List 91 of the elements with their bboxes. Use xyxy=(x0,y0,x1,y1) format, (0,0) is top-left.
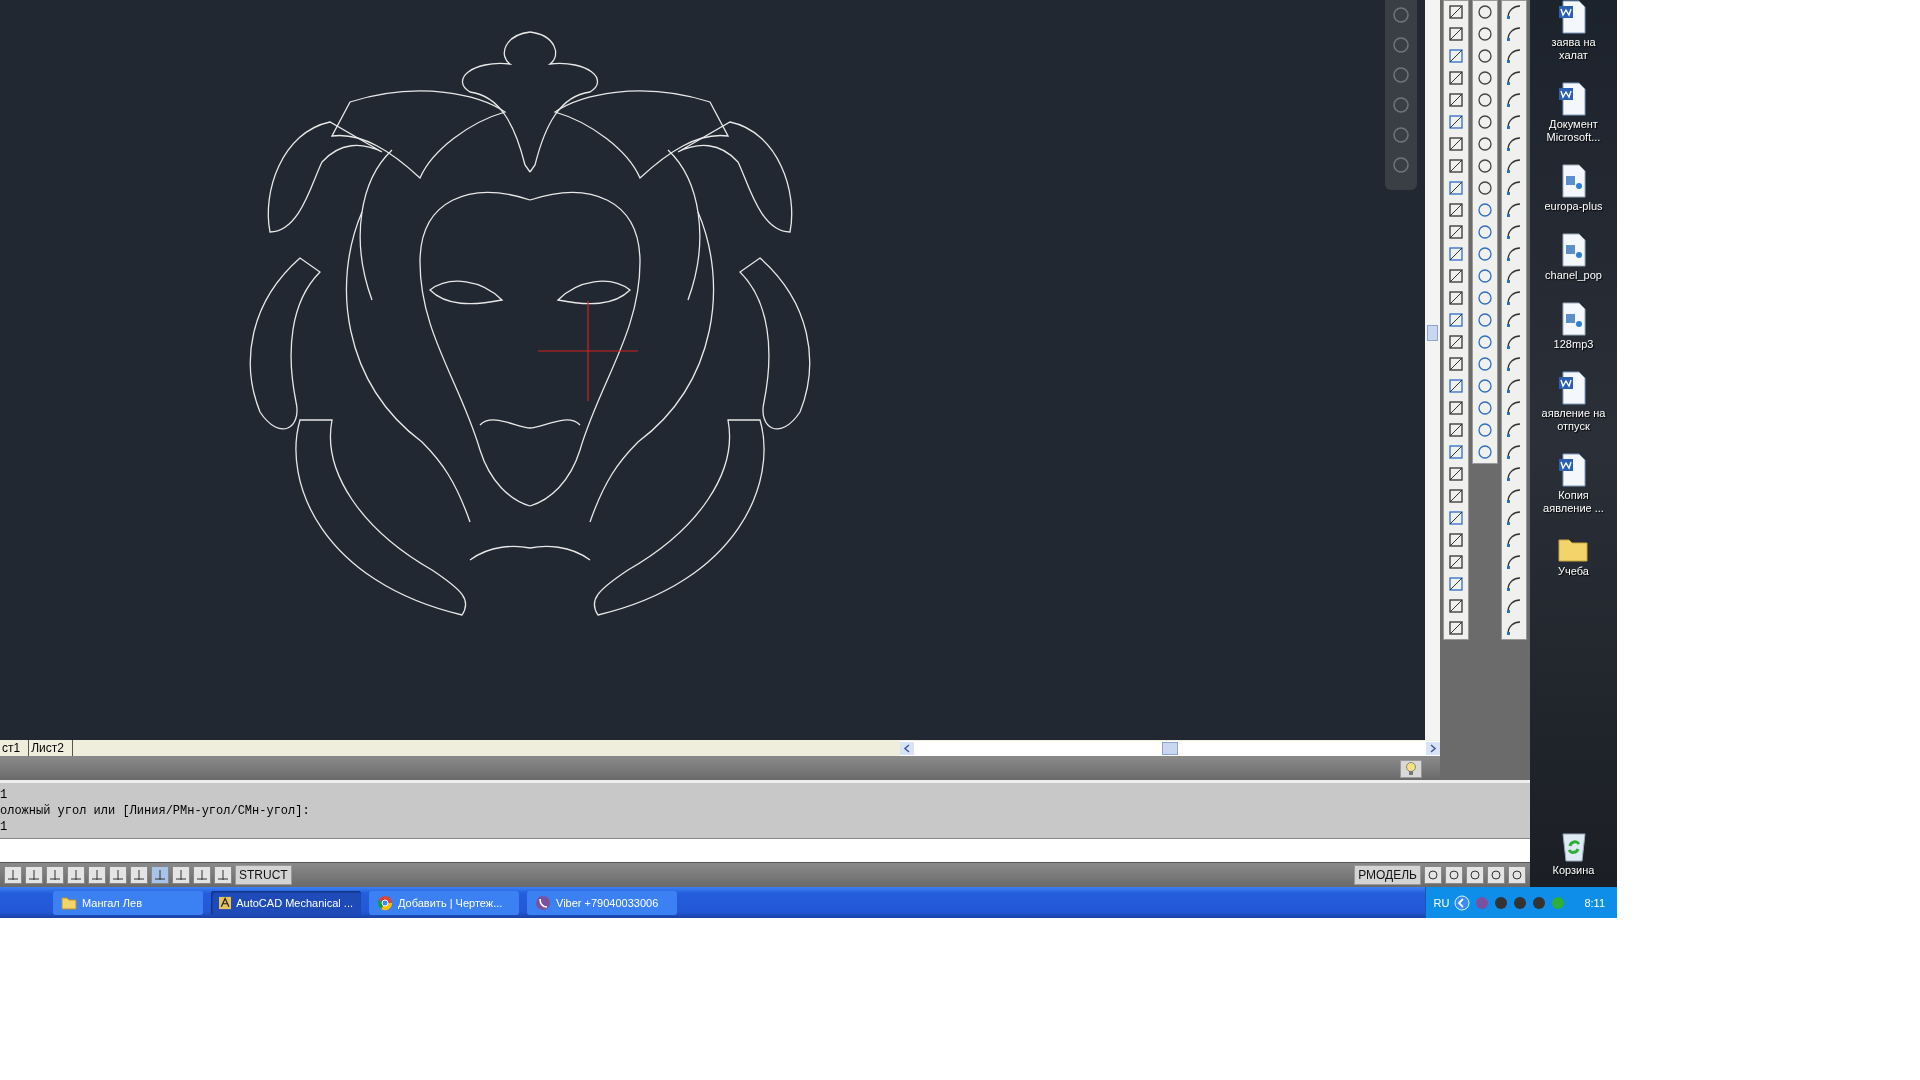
tool-icon[interactable] xyxy=(1475,135,1495,153)
tool-icon[interactable] xyxy=(1475,179,1495,197)
tool-icon[interactable] xyxy=(1446,509,1466,527)
tool-icon[interactable] xyxy=(1446,157,1466,175)
tool-icon[interactable] xyxy=(1446,575,1466,593)
tool-icon[interactable] xyxy=(1446,47,1466,65)
desktop-icon-label[interactable]: аявление на отпуск xyxy=(1541,407,1606,433)
status-tool-icon[interactable] xyxy=(1508,866,1526,884)
scroll-left-icon[interactable] xyxy=(900,741,914,755)
status-toggle-icon[interactable] xyxy=(46,866,64,884)
tool-icon[interactable] xyxy=(1446,355,1466,373)
desktop-icon-label[interactable]: 128mp3 xyxy=(1553,338,1594,351)
tool-icon[interactable] xyxy=(1475,25,1495,43)
clock: 8:11 xyxy=(1584,896,1605,909)
tool-icon[interactable] xyxy=(1446,333,1466,351)
tool-icon[interactable] xyxy=(1446,113,1466,131)
tool-icon[interactable] xyxy=(1446,245,1466,263)
tray-icon[interactable] xyxy=(1532,895,1547,910)
status-toggle-icon[interactable] xyxy=(130,866,148,884)
taskbar-button[interactable]: AutoCAD Mechanical ... xyxy=(211,890,361,915)
browser-icon xyxy=(377,894,393,911)
vertical-scrollbar[interactable] xyxy=(1425,0,1440,740)
tool-icon[interactable] xyxy=(1446,25,1466,43)
command-line: оложный угол или [Линия/РМн-угол/СМн-угол]: xyxy=(0,803,310,819)
tool-icon[interactable] xyxy=(1446,135,1466,153)
status-tool-icon[interactable] xyxy=(1445,866,1463,884)
phone-icon xyxy=(535,894,551,911)
desktop-icon-label[interactable]: Копия аявление ... xyxy=(1543,489,1604,515)
tool-icon[interactable] xyxy=(1475,3,1495,21)
tool-icon[interactable] xyxy=(1446,443,1466,461)
scroll-thumb[interactable] xyxy=(1162,741,1178,755)
tool-icon[interactable] xyxy=(1475,113,1495,131)
taskbar-button[interactable]: Мангал Лев xyxy=(53,890,203,915)
tool-icon[interactable] xyxy=(1446,179,1466,197)
chevron-icon[interactable] xyxy=(1454,894,1471,911)
tool-icon[interactable] xyxy=(1446,267,1466,285)
tray-icon[interactable] xyxy=(1513,895,1528,910)
model-space-toggle[interactable]: РМОДЕЛЬ xyxy=(1354,865,1421,885)
scroll-right-icon[interactable] xyxy=(1426,741,1440,755)
command-line: 1 xyxy=(0,819,8,835)
status-toggle-icon[interactable] xyxy=(88,866,106,884)
desktop-icon-label[interactable]: Учеба xyxy=(1558,565,1589,578)
desktop-icon-label[interactable]: Корзина xyxy=(1552,864,1595,877)
command-input-field[interactable] xyxy=(0,838,1530,863)
desktop-icon-label[interactable]: europa-plus xyxy=(1544,200,1603,213)
struct-toggle[interactable]: STRUCT xyxy=(235,865,292,885)
desktop-icon-label[interactable]: Документ Microsoft... xyxy=(1546,118,1601,144)
tool-icon[interactable] xyxy=(1446,465,1466,483)
status-toggle-icon[interactable] xyxy=(67,866,85,884)
tool-icon[interactable] xyxy=(1446,597,1466,615)
app-icon xyxy=(219,894,232,911)
tray-icon[interactable] xyxy=(1494,895,1509,910)
folder-icon xyxy=(61,895,77,910)
tool-icon[interactable] xyxy=(1446,619,1466,637)
status-toggle-icon[interactable] xyxy=(4,866,22,884)
taskbar-button[interactable]: Добавить | Чертеж... xyxy=(369,890,519,915)
tool-icon[interactable] xyxy=(1446,399,1466,417)
desktop-icon-label[interactable]: chanel_pop xyxy=(1545,269,1602,282)
tool-icon[interactable] xyxy=(1446,223,1466,241)
desktop-icon-label[interactable]: заява на халат xyxy=(1551,36,1596,62)
status-toggle-icon[interactable] xyxy=(214,866,232,884)
tool-icon[interactable] xyxy=(1475,69,1495,87)
horizontal-scrollbar[interactable] xyxy=(900,740,1440,756)
tool-icon[interactable] xyxy=(1475,91,1495,109)
tool-icon[interactable] xyxy=(1446,69,1466,87)
status-toggle-icon[interactable] xyxy=(109,866,127,884)
status-toggle-icon[interactable] xyxy=(25,866,43,884)
status-toggle-icon[interactable] xyxy=(172,866,190,884)
tool-icon[interactable] xyxy=(1446,421,1466,439)
status-tool-icon[interactable] xyxy=(1466,866,1484,884)
layout-tab[interactable]: ст1 xyxy=(0,740,30,756)
tool-icon[interactable] xyxy=(1446,553,1466,571)
scroll-thumb[interactable] xyxy=(1427,325,1438,341)
layout-tab[interactable]: Лист2 xyxy=(29,740,73,756)
tool-icon[interactable] xyxy=(1446,201,1466,219)
taskbar-button[interactable]: Viber +79040033006 xyxy=(527,890,677,915)
status-tool-icon[interactable] xyxy=(1424,866,1442,884)
status-tool-icon[interactable] xyxy=(1487,866,1505,884)
tool-icon[interactable] xyxy=(1446,377,1466,395)
command-line: 1 xyxy=(0,787,8,803)
lightbulb-icon[interactable] xyxy=(1400,759,1422,778)
tool-icon[interactable] xyxy=(1475,47,1495,65)
tool-icon[interactable] xyxy=(1446,3,1466,21)
tool-icon[interactable] xyxy=(1446,289,1466,307)
tool-icon[interactable] xyxy=(1475,157,1495,175)
tool-icon[interactable] xyxy=(1446,91,1466,109)
tool-icon[interactable] xyxy=(1446,311,1466,329)
status-toggle-icon[interactable] xyxy=(151,866,169,884)
tool-icon[interactable] xyxy=(1446,487,1466,505)
tool-icon[interactable] xyxy=(1446,531,1466,549)
status-toggle-icon[interactable] xyxy=(193,866,211,884)
